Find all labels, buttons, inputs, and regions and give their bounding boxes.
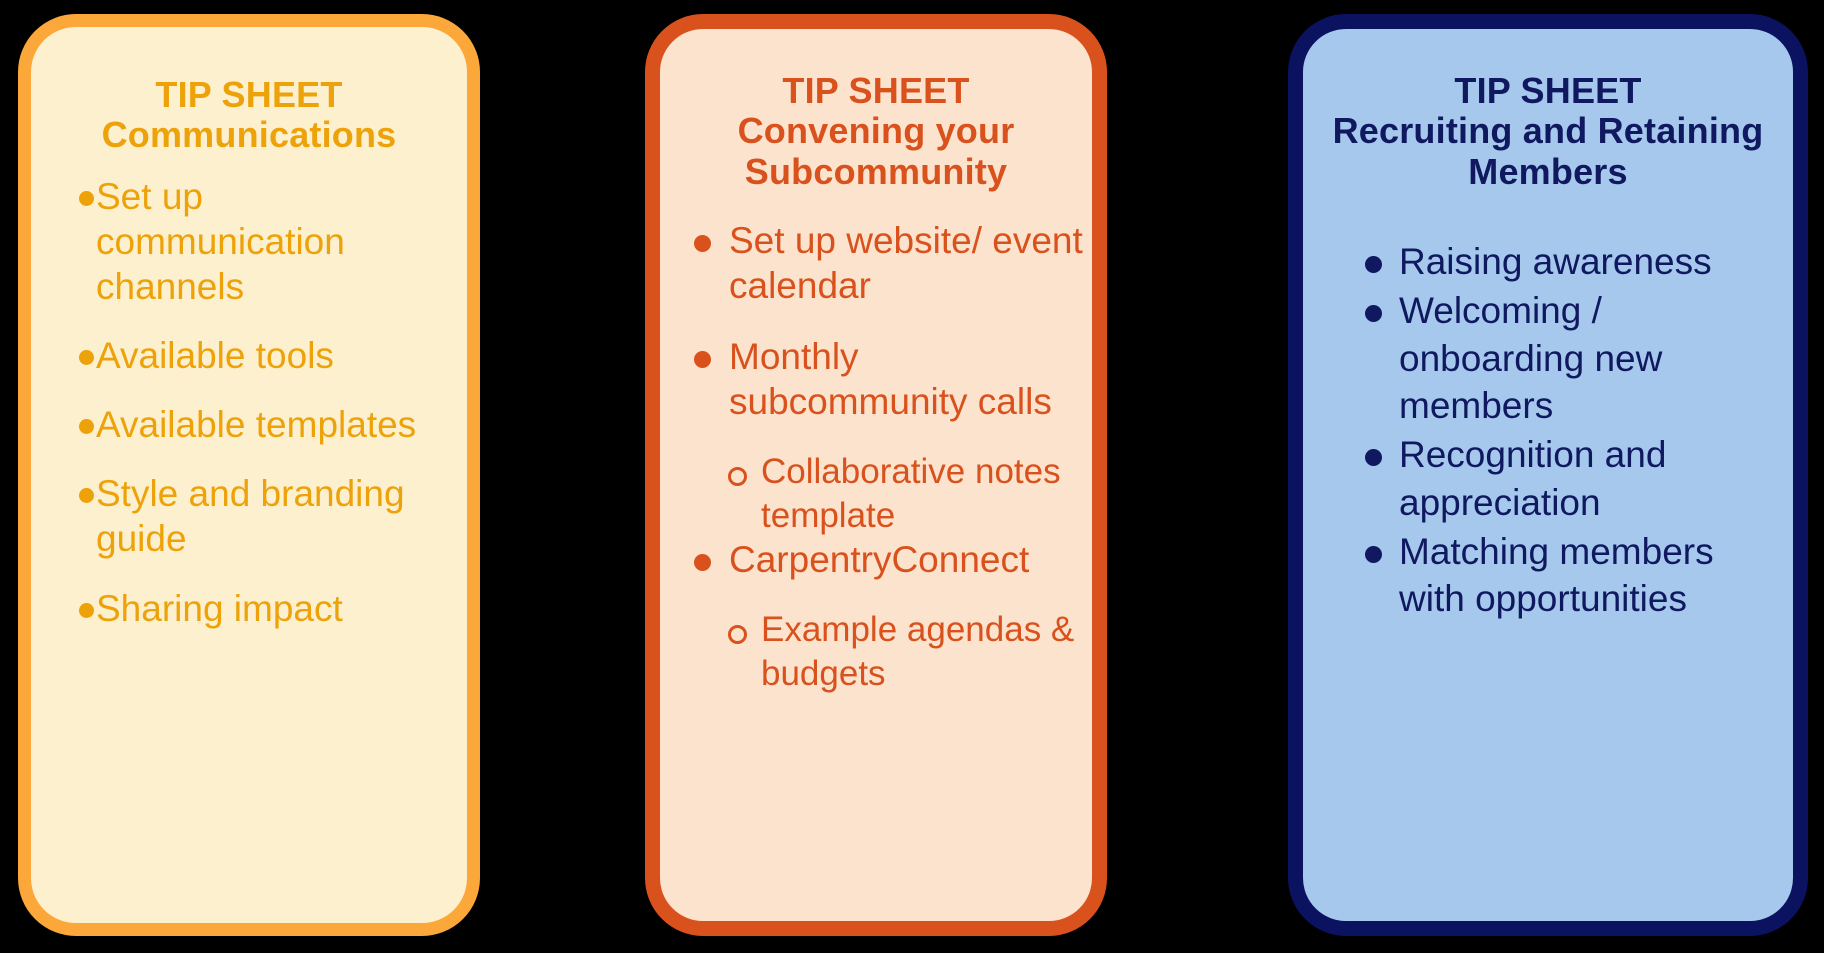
sub-list-item-label: Example agendas & budgets	[761, 610, 1075, 693]
bullet-dot-icon	[1365, 449, 1382, 467]
tip-sheet-card-recruiting: TIP SHEET Recruiting and Retaining Membe…	[1288, 14, 1808, 936]
hollow-bullet-icon	[728, 467, 747, 487]
bullet-list-convening: Set up website/ event calendar Monthly s…	[660, 218, 1092, 695]
tip-sheet-card-communications: TIP SHEET Communications Set up communic…	[18, 14, 480, 936]
list-item: Matching members with opportunities	[1365, 528, 1779, 623]
card-eyebrow: TIP SHEET	[1454, 70, 1642, 111]
card-title: Communications	[101, 114, 397, 156]
card-eyebrow: TIP SHEET	[155, 74, 343, 115]
bullet-dot-icon	[1365, 305, 1382, 323]
list-item-label: Raising awareness	[1399, 240, 1712, 282]
bullet-dot-icon	[79, 488, 94, 504]
card-content-communications: TIP SHEET Communications Set up communic…	[31, 27, 467, 923]
list-item-label: Monthly subcommunity calls	[729, 336, 1052, 423]
sub-list-item: Example agendas & budgets	[728, 608, 1084, 695]
list-item-group: Monthly subcommunity calls Collaborative…	[694, 334, 1084, 537]
list-item-label: Available tools	[96, 335, 334, 376]
list-item: Available templates	[79, 402, 451, 447]
hollow-bullet-icon	[728, 625, 747, 645]
bullet-dot-icon	[1365, 546, 1382, 564]
list-item: Set up website/ event calendar	[694, 218, 1084, 308]
card-content-recruiting: TIP SHEET Recruiting and Retaining Membe…	[1303, 29, 1793, 921]
list-item: Sharing impact	[79, 586, 451, 631]
list-item-label: CarpentryConnect	[729, 539, 1030, 581]
list-item-label: Available templates	[96, 404, 417, 446]
list-item-label: Matching members with opportunities	[1399, 531, 1714, 620]
bullet-list-communications: Set up communication channels Available …	[31, 174, 467, 631]
list-item-group: CarpentryConnect Example agendas & budge…	[694, 537, 1084, 695]
card-heading-recruiting: TIP SHEET Recruiting and Retaining Membe…	[1303, 29, 1793, 192]
list-item-label: Set up website/ event calendar	[729, 219, 1083, 307]
list-item: Recognition and appreciation	[1365, 431, 1779, 526]
sub-list-item-label: Collaborative notes template	[761, 452, 1061, 535]
list-item-label: Welcoming / onboarding new members	[1399, 290, 1663, 427]
list-item: Monthly subcommunity calls	[694, 334, 1084, 424]
bullet-dot-icon	[79, 350, 94, 365]
bullet-list-recruiting: Raising awareness Welcoming / onboarding…	[1303, 238, 1793, 623]
card-eyebrow: TIP SHEET	[782, 70, 970, 111]
bullet-dot-icon	[79, 602, 94, 618]
list-item-label: Sharing impact	[96, 587, 343, 629]
list-item: Set up communication channels	[79, 174, 451, 309]
bullet-dot-icon	[1365, 255, 1382, 273]
list-item: Welcoming / onboarding new members	[1365, 287, 1779, 429]
bullet-dot-icon	[694, 234, 711, 252]
list-item-label: Recognition and appreciation	[1399, 434, 1667, 523]
list-item: Style and branding guide	[79, 471, 451, 561]
card-title: Recruiting and Retaining Members	[1332, 110, 1764, 192]
bullet-dot-icon	[79, 419, 94, 435]
list-item: Available tools	[79, 333, 451, 378]
card-title: Convening your Subcommunity	[737, 110, 1015, 192]
tip-sheet-card-convening: TIP SHEET Convening your Subcommunity Se…	[645, 14, 1107, 936]
tip-sheet-board: TIP SHEET Communications Set up communic…	[0, 0, 1824, 953]
card-content-convening: TIP SHEET Convening your Subcommunity Se…	[660, 29, 1092, 921]
list-item: CarpentryConnect	[694, 537, 1084, 582]
bullet-dot-icon	[79, 190, 94, 206]
bullet-dot-icon	[694, 554, 711, 572]
sub-list-item: Collaborative notes template	[728, 450, 1084, 537]
list-item-label: Style and branding guide	[96, 473, 405, 560]
list-item-label: Set up communication channels	[96, 175, 345, 307]
bullet-dot-icon	[694, 351, 711, 369]
card-heading-convening: TIP SHEET Convening your Subcommunity	[660, 29, 1092, 192]
sub-bullet-list: Collaborative notes template	[694, 450, 1084, 537]
card-heading-communications: TIP SHEET Communications	[31, 27, 467, 156]
sub-bullet-list: Example agendas & budgets	[694, 608, 1084, 695]
list-item: Raising awareness	[1365, 238, 1779, 285]
